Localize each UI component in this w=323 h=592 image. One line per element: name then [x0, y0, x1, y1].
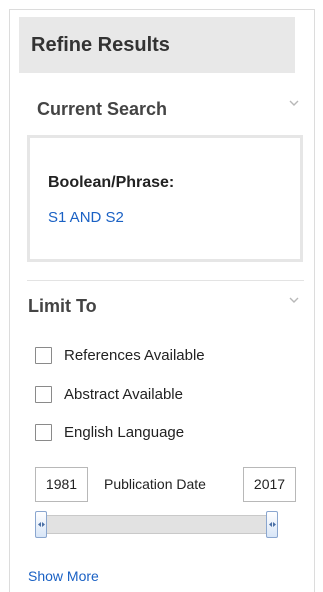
references-available-label[interactable]: References Available — [64, 347, 205, 364]
publication-date-from-input[interactable]: 1981 — [35, 467, 88, 502]
chevron-down-icon[interactable] — [289, 296, 299, 306]
references-available-checkbox[interactable] — [35, 346, 52, 364]
limit-option-abstract[interactable]: Abstract Available — [35, 384, 183, 404]
english-language-checkbox[interactable] — [35, 423, 52, 441]
boolean-phrase-label: Boolean/Phrase: — [48, 174, 175, 191]
publication-date-label: Publication Date — [104, 476, 206, 492]
limit-to-title[interactable]: Limit To — [28, 296, 97, 317]
search-query-link[interactable]: S1 AND S2 — [48, 209, 124, 226]
refine-results-header: Refine Results — [19, 17, 295, 73]
english-language-label[interactable]: English Language — [64, 424, 184, 441]
section-divider — [27, 280, 304, 281]
current-search-box: Boolean/Phrase: S1 AND S2 — [27, 135, 303, 262]
abstract-available-checkbox[interactable] — [35, 385, 52, 403]
current-search-title[interactable]: Current Search — [37, 99, 167, 120]
abstract-available-label[interactable]: Abstract Available — [64, 386, 183, 403]
double-arrow-icon — [38, 522, 45, 527]
publication-date-slider-track[interactable] — [41, 515, 272, 534]
limit-option-english[interactable]: English Language — [35, 422, 184, 442]
chevron-down-icon[interactable] — [289, 99, 299, 109]
limit-option-references[interactable]: References Available — [35, 345, 205, 365]
slider-min-handle[interactable] — [35, 511, 47, 538]
refine-results-title: Refine Results — [31, 34, 170, 56]
publication-date-to-input[interactable]: 2017 — [243, 467, 296, 502]
show-more-link[interactable]: Show More — [28, 568, 99, 584]
slider-max-handle[interactable] — [266, 511, 278, 538]
double-arrow-icon — [269, 522, 276, 527]
